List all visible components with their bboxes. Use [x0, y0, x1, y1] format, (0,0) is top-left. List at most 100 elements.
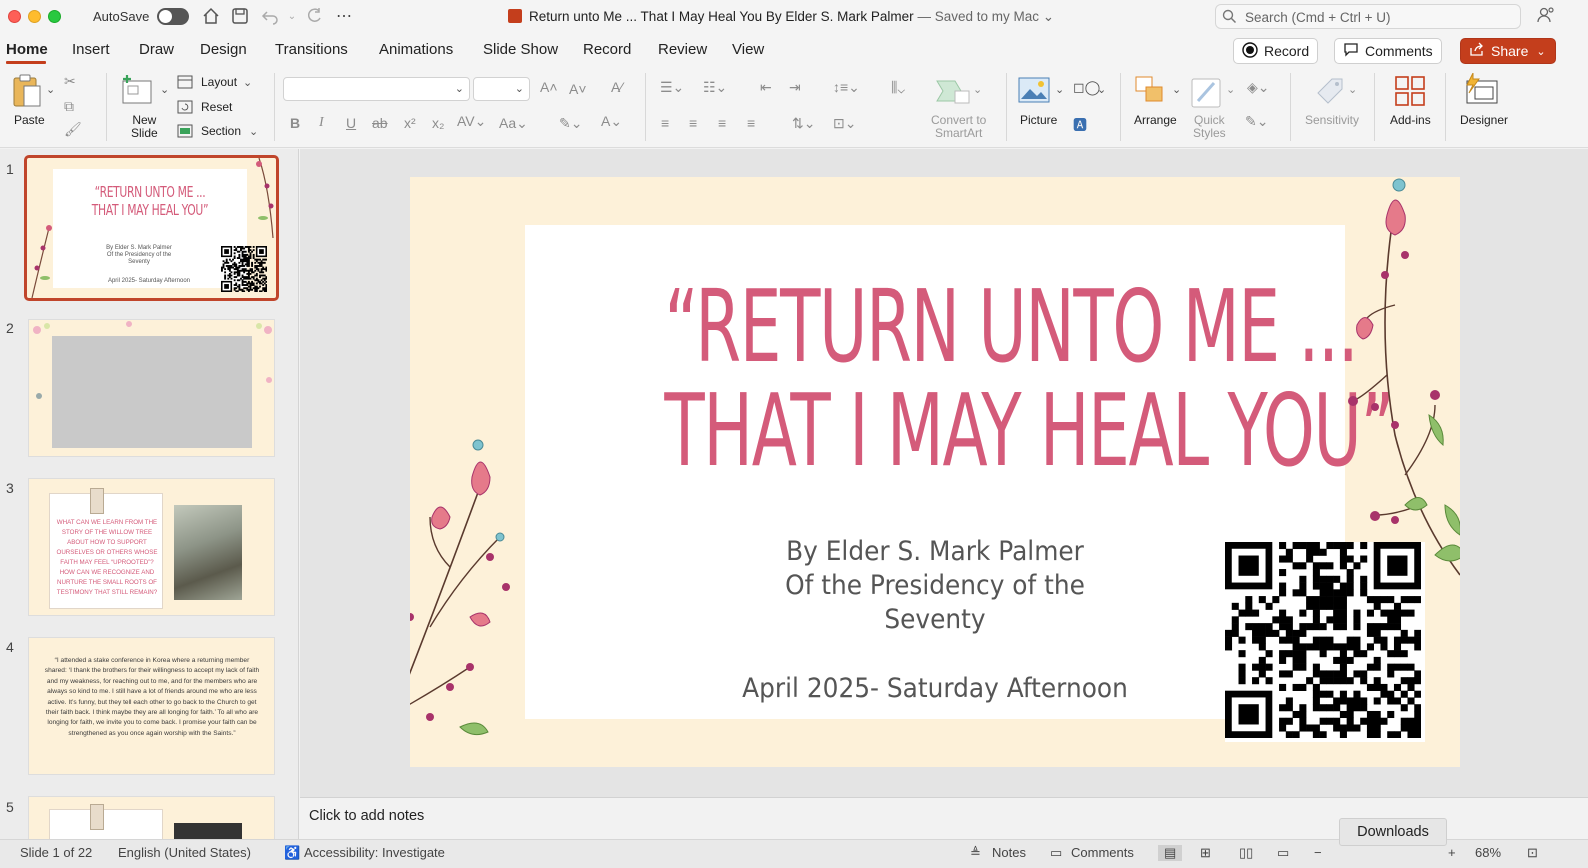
columns-icon[interactable]: ⫼⌄: [891, 79, 905, 96]
slide-thumbnail-2[interactable]: [28, 319, 275, 457]
tab-insert[interactable]: Insert: [72, 41, 110, 58]
sensitivity-dropdown-icon[interactable]: ⌄: [1348, 83, 1357, 96]
slide-author[interactable]: By Elder S. Mark Palmer Of the Presidenc…: [558, 535, 1312, 637]
autosave-toggle[interactable]: [157, 8, 189, 25]
new-slide-dropdown-icon[interactable]: ⌄: [160, 83, 169, 96]
clear-formatting-icon[interactable]: A⁄: [611, 79, 623, 95]
language-status[interactable]: English (United States): [118, 845, 251, 860]
tab-transitions[interactable]: Transitions: [275, 41, 348, 58]
zoom-window-button[interactable]: [48, 10, 61, 23]
slide-sorter-icon[interactable]: ⊞: [1200, 845, 1211, 861]
picture-dropdown-icon[interactable]: ⌄: [1055, 83, 1064, 96]
tab-review[interactable]: Review: [658, 41, 707, 58]
slide-thumbnail-1[interactable]: “RETURN UNTO ME ... THAT I MAY HEAL YOU” …: [24, 155, 279, 301]
tab-animations[interactable]: Animations: [379, 41, 453, 58]
paste-dropdown-icon[interactable]: ⌄: [46, 83, 55, 96]
zoom-out-icon[interactable]: −: [1314, 845, 1322, 860]
bold-icon[interactable]: B: [290, 115, 300, 131]
account-icon[interactable]: [1537, 6, 1555, 29]
record-button[interactable]: Record: [1233, 38, 1319, 64]
bullets-icon[interactable]: ☰⌄: [660, 79, 684, 96]
numbering-icon[interactable]: ☷⌄: [703, 79, 727, 96]
search-box[interactable]: Search (Cmd + Ctrl + U): [1215, 4, 1521, 29]
increase-font-icon[interactable]: A˄: [540, 79, 558, 95]
slide-date[interactable]: April 2025- Saturday Afternoon: [558, 673, 1312, 704]
slide-thumbnail-5[interactable]: [28, 796, 275, 839]
smartart-dropdown-icon[interactable]: ⌄: [973, 83, 982, 96]
font-name-combo[interactable]: ⌄: [283, 77, 470, 101]
save-icon[interactable]: [230, 6, 250, 26]
redo-icon[interactable]: [304, 6, 324, 26]
justify-icon[interactable]: ≡: [747, 115, 755, 131]
tab-home[interactable]: Home: [6, 41, 48, 58]
zoom-in-icon[interactable]: +: [1448, 845, 1456, 860]
slideshow-icon[interactable]: ▭: [1277, 845, 1289, 861]
reading-view-icon[interactable]: ▯▯: [1239, 845, 1253, 861]
highlight-icon[interactable]: ✎⌄: [559, 115, 582, 132]
notes-toggle[interactable]: Notes: [992, 845, 1026, 860]
shape-fill-icon[interactable]: ◈⌄: [1247, 79, 1270, 96]
decrease-font-icon[interactable]: A˅: [569, 81, 587, 97]
tab-slide-show[interactable]: Slide Show: [483, 41, 558, 58]
slide-title[interactable]: “RETURN UNTO ME ... THAT I MAY HEAL YOU”: [664, 275, 1394, 483]
paste-button[interactable]: [10, 73, 46, 116]
increase-indent-icon[interactable]: ⇥: [789, 79, 801, 96]
copy-icon[interactable]: ⧉: [64, 98, 74, 115]
sensitivity-button[interactable]: [1314, 75, 1346, 112]
slide-thumbnail-4[interactable]: “I attended a stake conference in Korea …: [28, 637, 275, 775]
line-spacing-icon[interactable]: ↕≡⌄: [833, 79, 860, 96]
home-icon[interactable]: [201, 6, 221, 26]
decrease-indent-icon[interactable]: ⇤: [760, 79, 772, 96]
picture-button[interactable]: [1018, 77, 1050, 108]
font-color-icon[interactable]: A⌄: [601, 113, 622, 130]
new-slide-button[interactable]: [121, 73, 155, 110]
add-ins-button[interactable]: [1394, 75, 1426, 112]
undo-icon[interactable]: [260, 6, 280, 26]
comments-status-icon[interactable]: ▭: [1050, 845, 1062, 861]
arrange-dropdown-icon[interactable]: ⌄: [1172, 83, 1181, 96]
align-right-icon[interactable]: ≡: [718, 115, 726, 131]
zoom-level[interactable]: 68%: [1475, 845, 1501, 860]
text-direction-icon[interactable]: ⇅⌄: [792, 115, 815, 132]
accessibility-icon[interactable]: ♿: [284, 845, 300, 861]
comments-toggle[interactable]: Comments: [1071, 845, 1134, 860]
change-case-icon[interactable]: Aa⌄: [499, 115, 528, 132]
format-painter-icon[interactable]: 🖌: [64, 121, 82, 138]
document-title[interactable]: Return unto Me ... That I May Heal You B…: [529, 9, 1054, 25]
more-commands-icon[interactable]: ⋯: [334, 6, 354, 26]
convert-smartart-icon[interactable]: [935, 77, 971, 110]
notes-icon[interactable]: ≜: [970, 845, 981, 861]
reset-button[interactable]: Reset: [177, 100, 232, 114]
share-chevron-icon[interactable]: ⌄: [1536, 45, 1545, 58]
current-slide[interactable]: “RETURN UNTO ME ... THAT I MAY HEAL YOU”…: [410, 177, 1460, 767]
close-window-button[interactable]: [8, 10, 21, 23]
italic-icon[interactable]: I: [319, 115, 324, 131]
tab-design[interactable]: Design: [200, 41, 247, 58]
comments-button[interactable]: Comments: [1334, 38, 1442, 64]
cut-icon[interactable]: ✂: [64, 73, 76, 90]
shapes-dropdown-icon[interactable]: ⌄: [1097, 83, 1106, 96]
fit-to-window-icon[interactable]: ⊡: [1527, 845, 1538, 861]
text-box-icon[interactable]: 🅰: [1073, 115, 1087, 135]
font-size-combo[interactable]: ⌄: [473, 77, 530, 101]
share-button[interactable]: Share ⌄: [1460, 38, 1556, 64]
layout-button[interactable]: Layout ⌄: [177, 75, 252, 89]
align-left-icon[interactable]: ≡: [661, 115, 669, 131]
undo-dropdown-icon[interactable]: ⌄: [282, 6, 302, 26]
slide-thumbnail-3[interactable]: WHAT CAN WE LEARN FROM THE STORY OF THE …: [28, 478, 275, 616]
section-button[interactable]: Section ⌄: [177, 124, 258, 138]
underline-icon[interactable]: U: [346, 115, 356, 131]
quick-styles-button[interactable]: [1190, 75, 1224, 114]
quick-styles-dropdown-icon[interactable]: ⌄: [1226, 83, 1235, 96]
normal-view-icon[interactable]: ▤: [1158, 845, 1183, 861]
tab-record[interactable]: Record: [583, 41, 631, 58]
arrange-button[interactable]: [1134, 75, 1166, 110]
character-spacing-icon[interactable]: AV⌄: [457, 113, 486, 130]
tab-view[interactable]: View: [732, 41, 764, 58]
tab-draw[interactable]: Draw: [139, 41, 174, 58]
designer-button[interactable]: [1465, 72, 1501, 112]
strikethrough-icon[interactable]: ab: [372, 115, 388, 131]
shape-outline-icon[interactable]: ✎⌄: [1245, 113, 1268, 130]
align-text-icon[interactable]: ⊡⌄: [833, 115, 856, 132]
subscript-icon[interactable]: x₂: [432, 115, 444, 131]
